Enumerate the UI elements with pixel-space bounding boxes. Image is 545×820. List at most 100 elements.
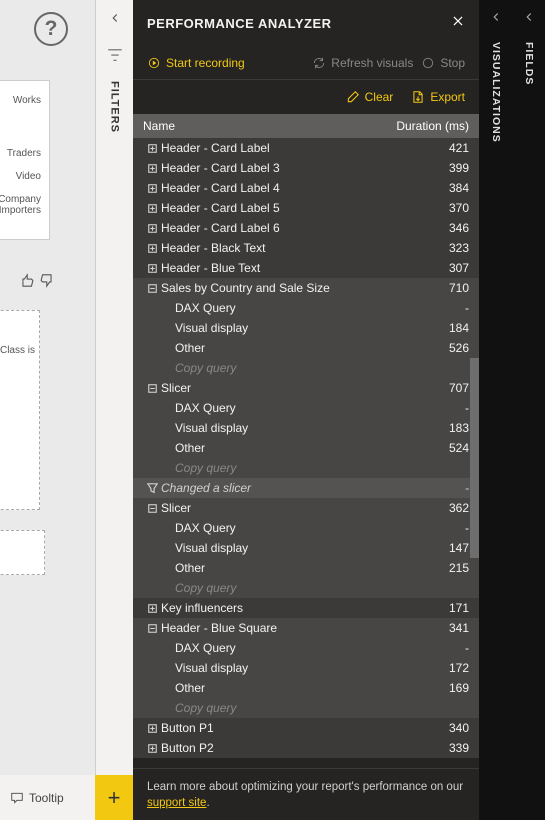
row-name: Header - Black Text (161, 241, 427, 255)
perf-row[interactable]: Header - Black Text323 (133, 238, 479, 258)
row-name: Visual display (161, 421, 427, 435)
perf-subrow: DAX Query- (133, 298, 479, 318)
canvas-text: Works (0, 95, 41, 106)
row-duration: 307 (427, 261, 469, 275)
row-duration: - (427, 481, 469, 495)
expand-icon[interactable] (143, 264, 161, 273)
eraser-icon (346, 90, 360, 104)
expand-icon[interactable] (143, 144, 161, 153)
event-row: Changed a slicer- (133, 478, 479, 498)
expand-icon[interactable] (143, 744, 161, 753)
fields-panel-collapsed: FIELDS (513, 0, 545, 820)
expand-fields-button[interactable] (510, 0, 545, 34)
row-name: DAX Query (161, 641, 427, 655)
report-canvas[interactable]: ? Works Traders Video Company d Importer… (0, 0, 95, 775)
row-duration: 339 (427, 741, 469, 755)
row-duration: 215 (427, 561, 469, 575)
perf-subrow: DAX Query- (133, 638, 479, 658)
dashed-card[interactable] (0, 530, 45, 575)
copy-query-link[interactable]: Copy query (133, 578, 479, 598)
expand-icon[interactable] (143, 164, 161, 173)
perf-row[interactable]: Button P2339 (133, 738, 479, 758)
copy-query-link[interactable]: Copy query (133, 358, 479, 378)
scrollbar-thumb[interactable] (470, 358, 479, 558)
copy-query-text: Copy query (161, 581, 427, 595)
perf-row[interactable]: Header - Card Label 5370 (133, 198, 479, 218)
filter-event-icon (143, 483, 161, 494)
row-name: Slicer (161, 381, 427, 395)
row-duration: - (427, 521, 469, 535)
perf-row[interactable]: Header - Card Label 6346 (133, 218, 479, 238)
row-duration: 169 (427, 681, 469, 695)
expand-filters-button[interactable] (96, 0, 134, 36)
support-site-link[interactable]: support site (147, 797, 206, 809)
stop-button: Stop (421, 56, 465, 70)
row-name: Header - Card Label 6 (161, 221, 427, 235)
row-duration: 340 (427, 721, 469, 735)
filter-icon (106, 46, 124, 69)
row-name: Other (161, 561, 427, 575)
analyzer-header: PERFORMANCE ANALYZER (133, 0, 479, 46)
row-duration: 172 (427, 661, 469, 675)
close-analyzer-button[interactable] (451, 14, 465, 33)
record-icon (147, 56, 161, 70)
expand-icon[interactable] (143, 604, 161, 613)
clear-button[interactable]: Clear (346, 90, 394, 104)
row-duration: 421 (427, 141, 469, 155)
perf-row[interactable]: Button P1340 (133, 718, 479, 738)
row-duration: 399 (427, 161, 469, 175)
thumbs-row[interactable] (18, 272, 56, 289)
chevron-left-icon (108, 11, 122, 25)
row-name: Sales by Country and Sale Size (161, 281, 427, 295)
collapse-icon[interactable] (143, 504, 161, 513)
refresh-visuals-button: Refresh visuals (312, 56, 413, 70)
perf-row[interactable]: Header - Card Label 3399 (133, 158, 479, 178)
row-name: Other (161, 681, 427, 695)
perf-subrow: Visual display184 (133, 318, 479, 338)
perf-subrow: Other526 (133, 338, 479, 358)
perf-row[interactable]: Key influencers171 (133, 598, 479, 618)
grid-body[interactable]: Header - Card Label421Header - Card Labe… (133, 138, 479, 768)
expand-icon[interactable] (143, 724, 161, 733)
expand-icon[interactable] (143, 204, 161, 213)
page-tabs-bar: Tooltip + (0, 775, 133, 820)
collapse-icon[interactable] (143, 284, 161, 293)
perf-row[interactable]: Slicer362 (133, 498, 479, 518)
perf-row[interactable]: Sales by Country and Sale Size710 (133, 278, 479, 298)
row-duration: 384 (427, 181, 469, 195)
column-name[interactable]: Name (143, 119, 396, 133)
row-duration: 346 (427, 221, 469, 235)
perf-row[interactable]: Header - Card Label421 (133, 138, 479, 158)
row-duration: 183 (427, 421, 469, 435)
perf-row[interactable]: Header - Card Label 4384 (133, 178, 479, 198)
row-name: Slicer (161, 501, 427, 515)
row-duration: 710 (427, 281, 469, 295)
analyzer-toolbar-2: Clear Export (133, 80, 479, 114)
perf-row[interactable]: Header - Blue Text307 (133, 258, 479, 278)
row-duration: 147 (427, 541, 469, 555)
start-recording-button[interactable]: Start recording (147, 56, 245, 70)
row-duration: 323 (427, 241, 469, 255)
tooltip-page-tab[interactable]: Tooltip (0, 775, 74, 820)
expand-icon[interactable] (143, 184, 161, 193)
collapse-icon[interactable] (143, 384, 161, 393)
collapse-icon[interactable] (143, 624, 161, 633)
row-name: DAX Query (161, 401, 427, 415)
add-page-button[interactable]: + (95, 775, 133, 820)
row-name: Header - Blue Square (161, 621, 427, 635)
row-duration: 171 (427, 601, 469, 615)
perf-row[interactable]: Header - Blue Square341 (133, 618, 479, 638)
footer-tip: Learn more about optimizing your report'… (133, 768, 479, 820)
column-duration[interactable]: Duration (ms) (396, 119, 469, 133)
copy-query-link[interactable]: Copy query (133, 698, 479, 718)
dashed-card[interactable]: Class is y (0, 310, 40, 510)
expand-icon[interactable] (143, 224, 161, 233)
row-name: Header - Card Label 4 (161, 181, 427, 195)
row-name: DAX Query (161, 521, 427, 535)
row-duration: - (427, 401, 469, 415)
export-button[interactable]: Export (411, 90, 465, 104)
copy-query-link[interactable]: Copy query (133, 458, 479, 478)
perf-row[interactable]: Slicer707 (133, 378, 479, 398)
help-icon[interactable]: ? (34, 12, 68, 46)
expand-icon[interactable] (143, 244, 161, 253)
